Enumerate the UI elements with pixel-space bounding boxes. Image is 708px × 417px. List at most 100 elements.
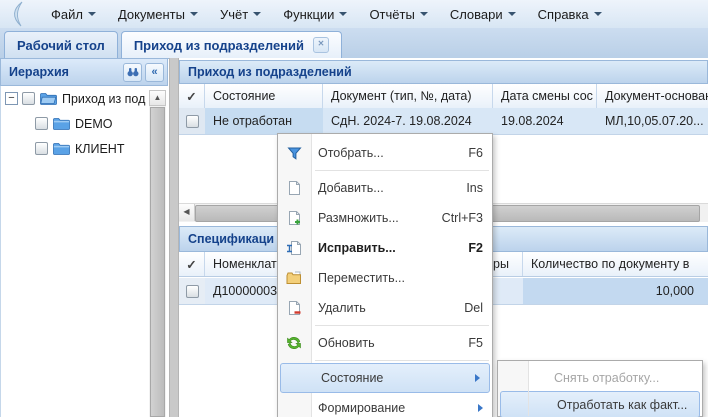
menu-item-add[interactable]: Добавить... Ins xyxy=(278,173,492,203)
cell-quantity[interactable]: 10,000 xyxy=(523,278,708,304)
caret-down-icon xyxy=(339,12,347,16)
tree-scrollbar-thumb[interactable] xyxy=(150,107,165,417)
app-window: Файл Документы Учёт Функции Отчёты Слова… xyxy=(0,0,708,417)
column-header-base-document[interactable]: Документ-основан xyxy=(597,84,708,108)
menu-item-delete-label: Удалить xyxy=(318,301,464,315)
cell-document[interactable]: СдН. 2024-7. 19.08.2024 xyxy=(323,108,493,134)
tab-bar: Рабочий стол Приход из подразделений ✕ xyxy=(0,28,708,59)
caret-down-icon xyxy=(508,12,516,16)
menu-item-forming-label: Формирование xyxy=(318,401,470,415)
scroll-left-icon[interactable]: ◀ xyxy=(179,204,195,221)
menu-item-state-label: Состояние xyxy=(321,371,467,385)
menu-accounting[interactable]: Учёт xyxy=(209,0,272,28)
tab-desktop[interactable]: Рабочий стол xyxy=(4,31,118,58)
collapse-panel-button[interactable]: « xyxy=(145,63,164,82)
hierarchy-panel-header: Иерархия « xyxy=(0,58,168,86)
menu-item-edit-label: Исправить... xyxy=(318,241,468,255)
menu-item-forming[interactable]: Формирование xyxy=(278,393,492,417)
cell-state[interactable]: Не отработан xyxy=(205,108,323,134)
menu-reports[interactable]: Отчёты xyxy=(358,0,438,28)
check-column-icon[interactable]: ✓ xyxy=(179,84,205,108)
tree-klient-label: КЛИЕНТ xyxy=(75,142,124,156)
tree-node-demo[interactable]: DEMO xyxy=(1,111,169,136)
main-grid-row[interactable]: Не отработан СдН. 2024-7. 19.08.2024 19.… xyxy=(179,108,708,135)
menu-shortcut: F5 xyxy=(468,336,483,350)
cell-state-date[interactable]: 19.08.2024 xyxy=(493,108,597,134)
caret-down-icon xyxy=(88,12,96,16)
menu-file-label: Файл xyxy=(51,7,83,22)
submenu-item-process-as-fact[interactable]: Отработать как факт... xyxy=(500,391,700,417)
folder-icon xyxy=(53,117,70,130)
row-checkbox-cell xyxy=(179,108,205,134)
menu-item-refresh-label: Обновить xyxy=(318,336,468,350)
document-delete-icon xyxy=(283,300,305,316)
context-menu: Отобрать... F6 Добавить... Ins Размножит… xyxy=(277,133,493,417)
tree-klient-checkbox[interactable] xyxy=(35,142,48,155)
parus-sail-logo-icon xyxy=(8,2,32,26)
spec-grid-title: Спецификаци xyxy=(188,232,274,246)
menu-file[interactable]: Файл xyxy=(40,0,107,28)
search-binoculars-button[interactable] xyxy=(123,63,142,82)
menu-item-add-label: Добавить... xyxy=(318,181,466,195)
menu-item-duplicate[interactable]: Размножить... Ctrl+F3 xyxy=(278,203,492,233)
spec-row-checkbox[interactable] xyxy=(186,285,199,298)
menu-help[interactable]: Справка xyxy=(527,0,613,28)
caret-down-icon xyxy=(594,12,602,16)
main-grid-title: Приход из подразделений xyxy=(188,65,352,79)
close-icon[interactable]: ✕ xyxy=(313,37,329,53)
panel-splitter[interactable] xyxy=(169,58,179,417)
tree-demo-checkbox[interactable] xyxy=(35,117,48,130)
tree-root-checkbox[interactable] xyxy=(22,92,35,105)
menu-item-filter[interactable]: Отобрать... F6 xyxy=(278,138,492,168)
column-header-state-date[interactable]: Дата смены сос xyxy=(493,84,597,108)
scroll-up-icon[interactable]: ▲ xyxy=(149,90,166,106)
state-submenu: Снять отработку... Отработать как факт..… xyxy=(497,360,703,417)
tab-prihod-iz-podrazdeleniy[interactable]: Приход из подразделений ✕ xyxy=(121,31,342,58)
menu-item-state[interactable]: Состояние xyxy=(280,363,490,393)
main-grid-header: ✓ Состояние Документ (тип, №, дата) Дата… xyxy=(179,84,708,109)
submenu-item-unprocess: Снять отработку... xyxy=(498,364,702,391)
tree-node-root[interactable]: − Приход из под xyxy=(1,86,169,111)
menu-documents[interactable]: Документы xyxy=(107,0,209,28)
menu-reports-label: Отчёты xyxy=(369,7,414,22)
column-header-state[interactable]: Состояние xyxy=(205,84,323,108)
tree-collapse-icon[interactable]: − xyxy=(5,92,18,105)
submenu-item-process-as-fact-label: Отработать как факт... xyxy=(557,398,687,412)
tree-root-label: Приход из под xyxy=(62,92,145,106)
menu-item-duplicate-label: Размножить... xyxy=(318,211,442,225)
menubar: Файл Документы Учёт Функции Отчёты Слова… xyxy=(0,0,708,29)
check-column-icon[interactable]: ✓ xyxy=(179,252,205,276)
menu-item-edit[interactable]: Исправить... F2 xyxy=(278,233,492,263)
hierarchy-title: Иерархия xyxy=(9,65,120,79)
folder-move-icon xyxy=(283,271,305,285)
cell-base-document[interactable]: МЛ,10,05.07.20... xyxy=(597,108,708,134)
tree-vertical-scrollbar[interactable]: ▲ xyxy=(149,90,166,417)
submenu-arrow-icon xyxy=(475,374,480,382)
menu-functions-label: Функции xyxy=(283,7,334,22)
menu-item-delete[interactable]: Удалить Del xyxy=(278,293,492,323)
column-header-document[interactable]: Документ (тип, №, дата) xyxy=(323,84,493,108)
row-checkbox[interactable] xyxy=(186,115,199,128)
caret-down-icon xyxy=(420,12,428,16)
tree-node-klient[interactable]: КЛИЕНТ xyxy=(1,136,169,161)
menu-item-refresh[interactable]: Обновить F5 xyxy=(278,328,492,358)
filter-icon xyxy=(283,146,305,161)
menu-functions[interactable]: Функции xyxy=(272,0,358,28)
folder-open-icon xyxy=(40,92,57,105)
menu-shortcut: Del xyxy=(464,301,483,315)
menu-shortcut: F6 xyxy=(468,146,483,160)
menu-item-move[interactable]: Переместить... xyxy=(278,263,492,293)
folder-icon xyxy=(53,142,70,155)
column-header-quantity[interactable]: Количество по документу в xyxy=(523,252,708,276)
main-grid-title-bar: Приход из подразделений xyxy=(179,60,708,84)
refresh-icon xyxy=(283,335,305,351)
spec-row-checkbox-cell xyxy=(179,278,205,304)
tab-prihod-label: Приход из подразделений xyxy=(134,38,304,53)
menu-dictionaries-label: Словари xyxy=(450,7,503,22)
caret-down-icon xyxy=(253,12,261,16)
menu-dictionaries[interactable]: Словари xyxy=(439,0,527,28)
menu-help-label: Справка xyxy=(538,7,589,22)
tree-demo-label: DEMO xyxy=(75,117,113,131)
menu-accounting-label: Учёт xyxy=(220,7,248,22)
caret-down-icon xyxy=(190,12,198,16)
